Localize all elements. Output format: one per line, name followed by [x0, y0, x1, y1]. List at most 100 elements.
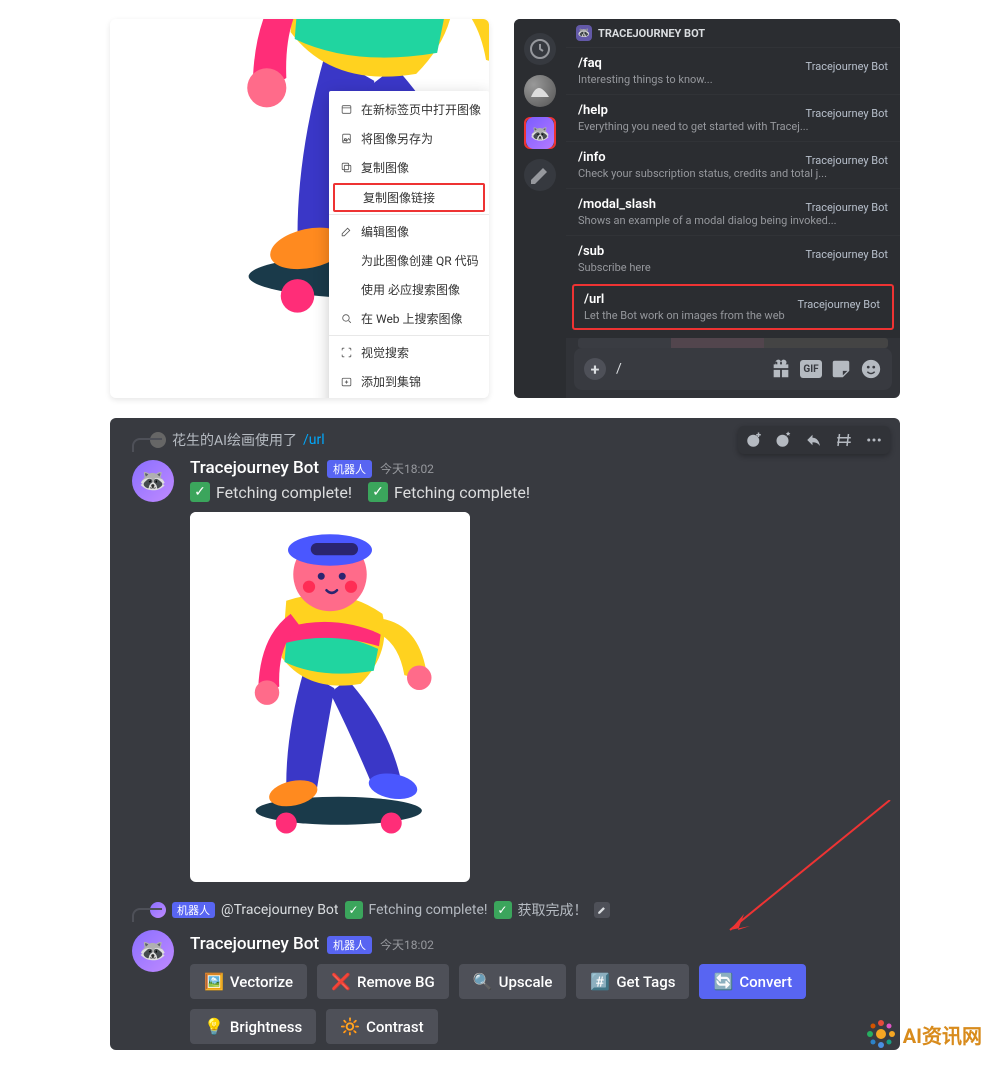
reply-status-2: 获取完成！ [518, 900, 588, 920]
blank-icon [339, 283, 353, 297]
button-label: Vectorize [230, 973, 293, 991]
add-collection-icon [339, 375, 353, 389]
slash-command-faq[interactable]: /faqInteresting things to know...Tracejo… [566, 47, 900, 94]
reply-curve [132, 438, 162, 452]
ctx-item-label: 复制图像 [361, 159, 409, 176]
emoji-icon[interactable] [860, 360, 882, 378]
convert-button[interactable]: 🔄 Convert [699, 964, 806, 999]
command-bot-name: Tracejourney Bot [798, 298, 880, 311]
command-bot-name: Tracejourney Bot [806, 201, 888, 214]
upscale-button[interactable]: 🔍Upscale [459, 964, 567, 999]
command-desc: Shows an example of a modal dialog being… [578, 214, 888, 227]
message-input-bar[interactable]: + / GIF [574, 348, 892, 390]
bot-username[interactable]: Tracejourney Bot [190, 934, 319, 954]
ctx-item-1[interactable]: 将图像另存为 [329, 124, 489, 153]
contrast-button[interactable]: 🔆 Contrast [326, 1009, 437, 1044]
blank-icon [339, 254, 353, 268]
command-desc: Check your subscription status, credits … [578, 167, 888, 180]
action-buttons-row-1: 🖼️ Vectorize ❌Remove BG 🔍Upscale #️⃣ Get Tags… [190, 964, 880, 999]
button-emoji-icon: 💡 [204, 1017, 224, 1036]
message-input-text[interactable]: / [616, 361, 760, 377]
check-icon: ✓ [345, 901, 363, 919]
ctx-item-label: 将图像另存为 [361, 130, 433, 147]
reply-reference-2[interactable]: 机器人 @Tracejourney Bot ✓ Fetching complet… [150, 900, 610, 920]
button-emoji-icon: 🔄 [713, 972, 733, 991]
bot-avatar[interactable]: 🦝 [132, 460, 174, 502]
sticker-icon[interactable] [830, 360, 852, 378]
command-bot-name: Tracejourney Bot [806, 154, 888, 167]
reply-reference-1[interactable]: 花生的AI绘画使用了 /url [150, 430, 325, 450]
message-header: Tracejourney Bot 机器人 今天18:02 [190, 458, 880, 478]
watermark: AI资讯网 [865, 1018, 982, 1050]
copy-image-icon [339, 161, 353, 175]
button-emoji-icon: #️⃣ [590, 972, 610, 991]
discord-command-panel: 🦝 🦝 TRACEJOURNEY BOT /faqInteresting thi… [514, 19, 900, 398]
server-sidebar: 🦝 [514, 19, 566, 398]
ctx-item-label: 编辑图像 [361, 223, 409, 240]
slash-command-info[interactable]: /infoCheck your subscription status, cre… [566, 141, 900, 188]
command-desc: Interesting things to know... [578, 73, 888, 86]
browser-image-panel: 在新标签页中打开图像将图像另存为复制图像复制图像链接编辑图像为此图像创建 QR … [110, 19, 489, 398]
slash-command-list: /faqInteresting things to know...Tracejo… [566, 47, 900, 338]
ctx-item-3[interactable]: 复制图像链接 [333, 183, 485, 212]
attach-button[interactable]: + [584, 358, 606, 380]
reply-bot-badge: 机器人 [172, 902, 215, 918]
ctx-item-8[interactable]: 视觉搜索 [329, 338, 489, 367]
edit-icon[interactable] [594, 902, 610, 918]
gift-icon[interactable] [770, 360, 792, 378]
button-label: Get Tags [616, 973, 675, 991]
button-emoji-icon: 🖼️ [204, 972, 224, 991]
edit-image-icon [339, 225, 353, 239]
button-emoji-icon: 🔍 [473, 972, 493, 991]
check-icon: ✓ [368, 482, 388, 502]
remove-bg-button[interactable]: ❌Remove BG [317, 964, 449, 999]
check-icon: ✓ [190, 482, 210, 502]
ctx-item-2[interactable]: 复制图像 [329, 153, 489, 182]
blank-icon [341, 191, 355, 205]
image-thumbs-strip [578, 338, 888, 348]
command-bot-name: Tracejourney Bot [806, 248, 888, 261]
ctx-item-4[interactable]: 编辑图像 [329, 217, 489, 246]
ctx-item-label: 使用 必应搜索图像 [361, 281, 460, 298]
reply-bot-mention: @Tracejourney Bot [221, 902, 339, 918]
gif-icon[interactable]: GIF [800, 360, 822, 378]
ctx-item-9[interactable]: 添加到集锦 [329, 367, 489, 396]
ctx-item-0[interactable]: 在新标签页中打开图像 [329, 95, 489, 124]
ctx-item-label: 复制图像链接 [363, 189, 435, 206]
button-emoji-icon: ❌ [331, 972, 351, 991]
reply-curve [132, 908, 162, 922]
message-timestamp: 今天18:02 [380, 460, 434, 477]
ctx-item-7[interactable]: 在 Web 上搜索图像 [329, 304, 489, 333]
reply-command: /url [303, 432, 325, 448]
vectorize-button[interactable]: 🖼️ Vectorize [190, 964, 307, 999]
button-label: Convert [739, 973, 792, 991]
button-label: Brightness [230, 1018, 302, 1036]
brightness-button[interactable]: 💡 Brightness [190, 1009, 316, 1044]
button-emoji-icon: 🔆 [340, 1017, 360, 1036]
context-menu: 在新标签页中打开图像将图像另存为复制图像复制图像链接编辑图像为此图像创建 QR … [329, 91, 489, 398]
bot-badge: 机器人 [327, 936, 372, 954]
slash-command-sub[interactable]: /subSubscribe hereTracejourney Bot [566, 235, 900, 282]
bot-avatar[interactable]: 🦝 [132, 930, 174, 972]
bot-badge: 机器人 [327, 460, 372, 478]
slash-command-help[interactable]: /helpEverything you need to get started … [566, 94, 900, 141]
edit-server-icon[interactable] [524, 159, 556, 191]
status-text-1a: Fetching complete! [216, 483, 352, 502]
ctx-item-5[interactable]: 为此图像创建 QR 代码 [329, 246, 489, 275]
ctx-item-6[interactable]: 使用 必应搜索图像 [329, 275, 489, 304]
watermark-logo-icon [865, 1018, 897, 1050]
get-tags-button[interactable]: #️⃣ Get Tags [576, 964, 689, 999]
slash-command-modal_slash[interactable]: /modal_slashShows an example of a modal … [566, 188, 900, 235]
command-bot-name: Tracejourney Bot [806, 60, 888, 73]
tracejourney-server-icon[interactable]: 🦝 [524, 117, 556, 149]
command-bot-name: Tracejourney Bot [806, 107, 888, 120]
midjourney-server-icon[interactable] [524, 75, 556, 107]
discord-chat-panel: 花生的AI绘画使用了 /url 🦝 Tracejourney Bot 机器人 今… [110, 418, 900, 1050]
result-image[interactable] [190, 512, 470, 882]
status-text-1b: Fetching complete! [394, 483, 530, 502]
command-desc: Everything you need to get started with … [578, 120, 888, 133]
bot-username[interactable]: Tracejourney Bot [190, 458, 319, 478]
clock-server-icon[interactable] [524, 33, 556, 65]
button-label: Contrast [366, 1018, 424, 1036]
slash-command-url[interactable]: /urlLet the Bot work on images from the … [572, 284, 894, 330]
